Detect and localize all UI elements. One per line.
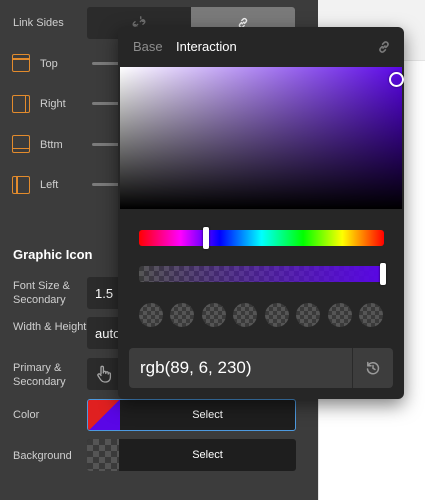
primary-secondary-label: Primary & Secondary — [13, 362, 66, 388]
color-value-input[interactable]: rgb(89, 6, 230) — [140, 348, 252, 388]
preset-swatch[interactable] — [328, 303, 352, 327]
side-label-bottom: Bttm — [40, 139, 63, 151]
side-label-top: Top — [40, 58, 58, 70]
border-top-icon — [12, 54, 30, 72]
preset-swatch[interactable] — [139, 303, 163, 327]
background-select[interactable]: Select — [87, 439, 296, 471]
link-icon — [379, 41, 389, 53]
preset-swatch[interactable] — [265, 303, 289, 327]
tab-interaction[interactable]: Interaction — [176, 39, 237, 54]
background-select-label: Select — [192, 449, 223, 461]
font-size-label: Font Size & Secondary — [13, 280, 70, 306]
saturation-value-area[interactable] — [120, 67, 404, 209]
right-slider[interactable] — [92, 102, 120, 105]
alpha-handle[interactable] — [380, 263, 386, 285]
width-height-label: Width & Height — [13, 321, 87, 333]
preset-swatch[interactable] — [233, 303, 257, 327]
alpha-slider[interactable] — [139, 263, 386, 285]
background-label: Background — [13, 450, 72, 462]
preset-swatch[interactable] — [359, 303, 383, 327]
preset-swatch[interactable] — [170, 303, 194, 327]
color-swatch — [88, 400, 120, 430]
reset-icon — [366, 361, 380, 375]
hue-handle[interactable] — [203, 227, 209, 249]
color-value-field: rgb(89, 6, 230) — [129, 348, 393, 388]
saturation-value-handle[interactable] — [389, 72, 404, 87]
color-label: Color — [13, 409, 40, 421]
side-label-left: Left — [40, 179, 59, 191]
preset-swatch[interactable] — [296, 303, 320, 327]
color-picker-popup: Base Interaction rgb(89, 6, 230) — [118, 27, 404, 399]
tab-base[interactable]: Base — [133, 39, 163, 54]
color-select-label: Select — [192, 409, 223, 421]
section-title-graphic-icon: Graphic Icon — [13, 247, 93, 262]
left-slider[interactable] — [92, 183, 120, 186]
background-swatch — [87, 439, 119, 471]
border-right-icon — [12, 95, 30, 113]
reset-button[interactable] — [353, 348, 393, 388]
link-button[interactable] — [376, 39, 392, 55]
bottom-slider[interactable] — [92, 143, 120, 146]
pointer-hand-icon — [97, 365, 112, 383]
side-label-right: Right — [40, 98, 66, 110]
border-left-icon — [12, 176, 30, 194]
top-slider[interactable] — [92, 62, 120, 65]
link-sides-label: Link Sides — [13, 17, 64, 29]
border-bottom-icon — [12, 135, 30, 153]
hue-slider[interactable] — [139, 227, 384, 249]
preset-swatch[interactable] — [202, 303, 226, 327]
color-select[interactable]: Select — [87, 399, 296, 431]
